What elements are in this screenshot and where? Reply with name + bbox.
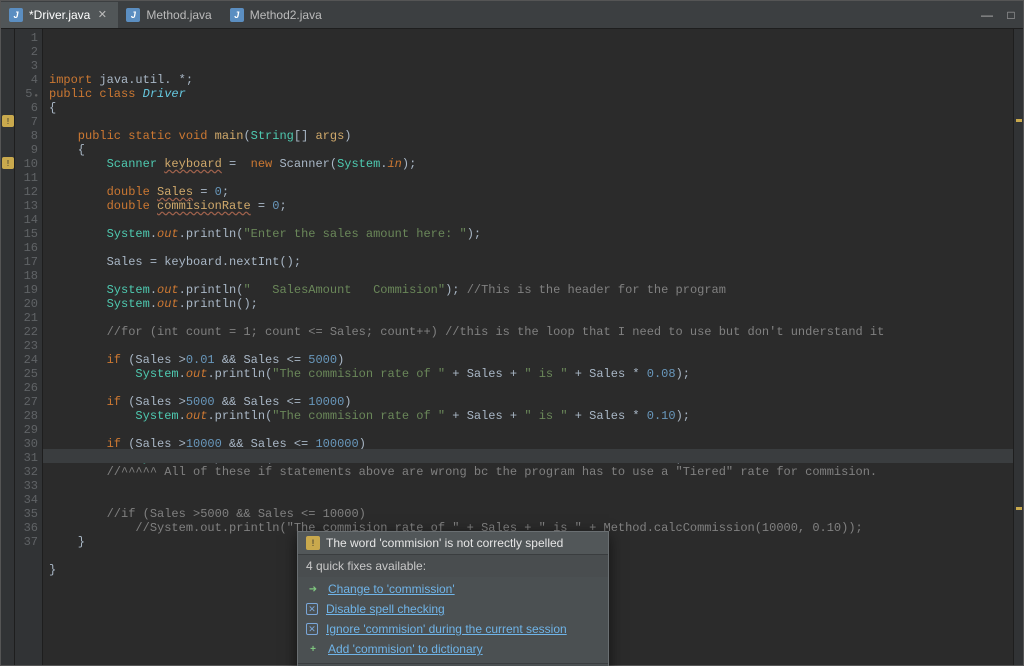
quick-fix-label: Add 'commision' to dictionary	[328, 642, 483, 656]
quick-fix-item[interactable]: + Add 'commision' to dictionary	[298, 639, 608, 659]
line-number-gutter[interactable]: 1234567891011121314151617181920212223242…	[15, 29, 43, 665]
tab-label: Method2.java	[250, 8, 322, 22]
editor-body: ! ! 123456789101112131415161718192021222…	[1, 29, 1023, 665]
java-file-icon: J	[9, 8, 23, 22]
overview-warning-mark[interactable]	[1016, 119, 1022, 122]
tab-label: *Driver.java	[29, 8, 90, 22]
warning-marker-icon[interactable]: !	[2, 115, 14, 127]
overview-warning-mark[interactable]	[1016, 507, 1022, 510]
spellcheck-tooltip: ! The word 'commision' is not correctly …	[297, 531, 609, 666]
quick-fix-label: Change to 'commission'	[328, 582, 455, 596]
quick-fix-item[interactable]: ➜ Change to 'commission'	[298, 579, 608, 599]
tab-method[interactable]: J Method.java	[118, 2, 221, 28]
arrow-right-icon: ➜	[306, 582, 320, 596]
close-icon[interactable]: ✕	[96, 9, 108, 21]
window-controls: — □	[979, 1, 1019, 29]
tab-label: Method.java	[146, 8, 211, 22]
quick-fix-label: Ignore 'commision' during the current se…	[326, 622, 567, 636]
tab-bar: J *Driver.java ✕ J Method.java J Method2…	[1, 1, 1023, 29]
tooltip-message: The word 'commision' is not correctly sp…	[326, 536, 563, 550]
marker-strip: ! !	[1, 29, 15, 665]
checkbox-icon: ✕	[306, 623, 318, 635]
quick-fix-item[interactable]: ✕ Disable spell checking	[298, 599, 608, 619]
java-file-icon: J	[230, 8, 244, 22]
tab-method2[interactable]: J Method2.java	[222, 2, 332, 28]
overview-ruler[interactable]	[1013, 29, 1023, 665]
minimize-button[interactable]: —	[979, 8, 995, 22]
editor-window: J *Driver.java ✕ J Method.java J Method2…	[0, 0, 1024, 666]
tooltip-header: ! The word 'commision' is not correctly …	[298, 532, 608, 555]
tooltip-subheader: 4 quick fixes available:	[298, 555, 608, 577]
maximize-button[interactable]: □	[1003, 8, 1019, 22]
quick-fix-item[interactable]: ✕ Ignore 'commision' during the current s…	[298, 619, 608, 639]
lightbulb-icon: !	[306, 536, 320, 550]
quick-fix-label: Disable spell checking	[326, 602, 445, 616]
current-line-highlight	[43, 449, 1013, 463]
checkbox-icon: ✕	[306, 603, 318, 615]
tab-driver[interactable]: J *Driver.java ✕	[1, 2, 118, 28]
quick-fix-list: ➜ Change to 'commission' ✕ Disable spell ch…	[298, 577, 608, 663]
warning-marker-icon[interactable]: !	[2, 157, 14, 169]
plus-icon: +	[306, 642, 320, 656]
java-file-icon: J	[126, 8, 140, 22]
